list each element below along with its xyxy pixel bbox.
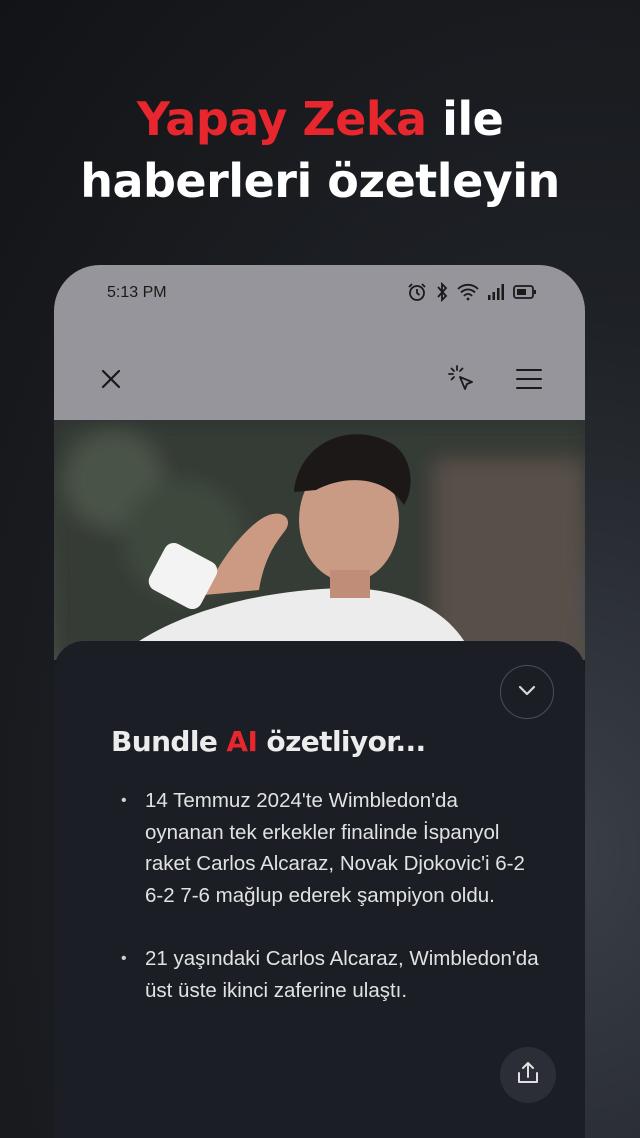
headline-line-2: haberleri özetleyin xyxy=(80,154,560,208)
alarm-icon xyxy=(407,282,427,302)
headline-accent: Yapay Zeka xyxy=(136,92,427,146)
menu-button[interactable] xyxy=(509,361,549,401)
collapse-button[interactable] xyxy=(500,665,554,719)
status-bar: 5:13 PM xyxy=(54,265,585,323)
share-button[interactable] xyxy=(500,1047,556,1103)
headline-line-1: Yapay Zeka ile xyxy=(0,88,640,150)
status-icons xyxy=(407,282,537,302)
close-icon xyxy=(100,368,122,395)
share-icon xyxy=(516,1060,540,1091)
chevron-down-icon xyxy=(517,683,537,702)
signal-icon xyxy=(487,283,505,301)
headline-line-1-rest: ile xyxy=(426,92,504,146)
ai-sparkle-cursor-icon xyxy=(447,364,477,399)
summary-title: Bundle AI özetliyor... xyxy=(111,725,426,758)
bluetooth-icon xyxy=(435,282,449,302)
summary-title-ai: AI xyxy=(226,725,258,758)
summary-title-suffix: özetliyor... xyxy=(257,725,426,758)
status-time: 5:13 PM xyxy=(107,284,167,301)
menu-icon xyxy=(516,368,542,395)
summary-sheet: Bundle AI özetliyor... 14 Temmuz 2024'te… xyxy=(54,641,585,1138)
summary-title-prefix: Bundle xyxy=(111,725,227,758)
article-photo-illustration xyxy=(54,420,585,660)
wifi-icon xyxy=(457,283,479,301)
article-photo xyxy=(54,420,585,660)
battery-icon xyxy=(513,284,537,300)
ai-summary-button[interactable] xyxy=(442,361,482,401)
summary-bullets: 14 Temmuz 2024'te Wimbledon'da oynanan t… xyxy=(120,785,540,1038)
browser-toolbar xyxy=(54,323,585,420)
phone-frame: 5:13 PM Bundle AI özetliyor... • 14 Temm… xyxy=(54,265,585,1138)
summary-bullet: 14 Temmuz 2024'te Wimbledon'da oynanan t… xyxy=(120,785,540,911)
summary-bullet: 21 yaşındaki Carlos Alcaraz, Wimbledon'd… xyxy=(120,943,540,1006)
promo-headline: Yapay Zeka ile haberleri özetleyin xyxy=(0,88,640,212)
close-button[interactable] xyxy=(91,361,131,401)
